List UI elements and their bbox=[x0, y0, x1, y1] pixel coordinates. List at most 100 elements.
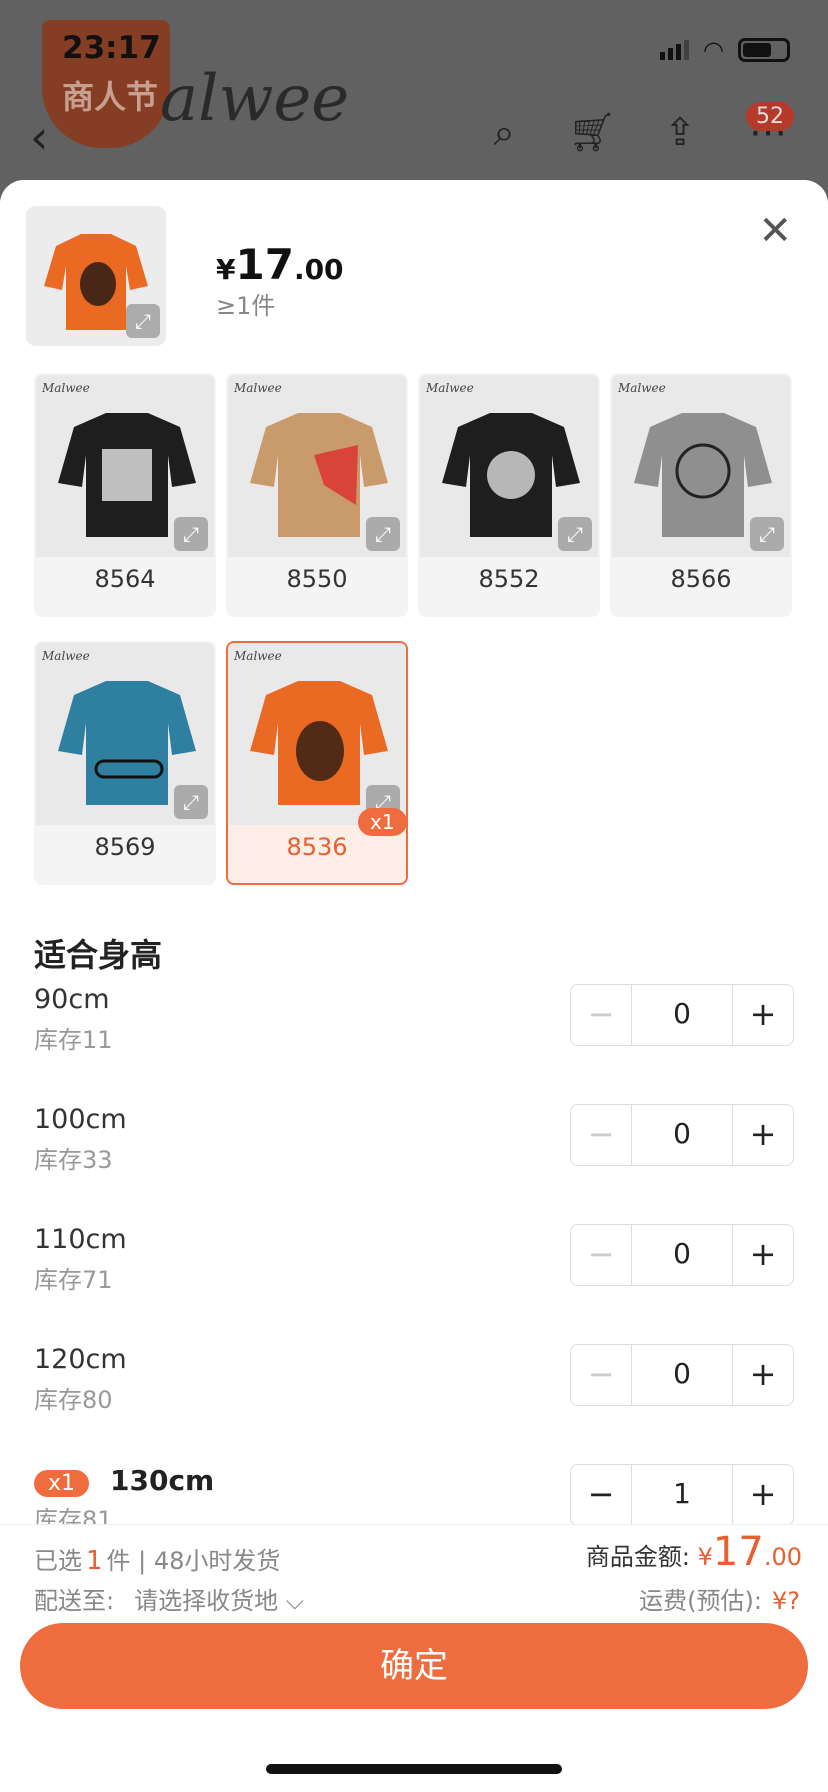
expand-icon[interactable]: ⤢ bbox=[174, 517, 208, 551]
size-label: 120cm bbox=[34, 1344, 127, 1375]
stock-label: 库存33 bbox=[34, 1146, 113, 1174]
price-decimal: .00 bbox=[293, 253, 344, 286]
expand-icon[interactable]: ⤢ bbox=[366, 517, 400, 551]
quantity-stepper: − 0 + bbox=[570, 1344, 794, 1406]
size-label: 110cm bbox=[34, 1224, 127, 1255]
selected-product-thumbnail[interactable]: ⤢ bbox=[26, 206, 166, 346]
selected-suffix: 件 | 48小时发货 bbox=[106, 1547, 281, 1575]
wifi-icon: ◠ bbox=[703, 36, 724, 64]
share-icon[interactable]: ⇪ bbox=[656, 110, 704, 155]
total-integer: 17 bbox=[712, 1529, 764, 1575]
section-title-height: 适合身高 bbox=[34, 936, 163, 974]
shipping-destination[interactable]: 配送至: 请选择收货地 ⌵ bbox=[34, 1581, 304, 1616]
expand-icon[interactable]: ⤢ bbox=[174, 785, 208, 819]
brand-mark: Malwee bbox=[42, 381, 90, 395]
close-icon[interactable]: ✕ bbox=[758, 208, 792, 254]
freight-estimate: 运费(预估): ¥? bbox=[639, 1581, 800, 1616]
quantity-field[interactable]: 0 bbox=[631, 1225, 733, 1285]
variant-label: 8536 bbox=[286, 833, 348, 861]
status-icons: ◠ bbox=[660, 36, 790, 64]
sheet-header: ⤢ ¥17.00 ≥1件 ✕ bbox=[0, 180, 828, 372]
variant-card-selected[interactable]: Malwee ⤢ 8536 bbox=[226, 641, 408, 885]
expand-icon[interactable]: ⤢ bbox=[126, 304, 160, 338]
brand-mark: Malwee bbox=[618, 381, 666, 395]
sku-selector-sheet: ⤢ ¥17.00 ≥1件 ✕ Malwee ⤢ 8564 Malwee ⤢ 85… bbox=[0, 180, 828, 1792]
size-label: 100cm bbox=[34, 1104, 127, 1135]
min-order-quantity: ≥1件 bbox=[216, 292, 276, 320]
variant-card[interactable]: Malwee ⤢ 8564 bbox=[34, 373, 216, 617]
size-label: 130cm bbox=[110, 1464, 215, 1497]
status-time: 23:17 bbox=[62, 30, 161, 66]
ship-destination-select[interactable]: 请选择收货地 ⌵ bbox=[134, 1587, 304, 1615]
cart-count-badge: 52 bbox=[746, 102, 794, 131]
battery-icon bbox=[738, 38, 790, 62]
variant-label: 8566 bbox=[670, 565, 732, 593]
unit-price: ¥17.00 bbox=[216, 240, 344, 289]
brand-mark: Malwee bbox=[426, 381, 474, 395]
stock-label: 库存71 bbox=[34, 1266, 113, 1294]
size-row: 100cm 库存33 − 0 + bbox=[34, 1104, 794, 1204]
size-row: 90cm 库存11 − 0 + bbox=[34, 984, 794, 1084]
total-value: ¥17.00 bbox=[697, 1529, 802, 1575]
total-amount: 商品金额: ¥17.00 bbox=[586, 1529, 802, 1575]
brand-logo: alwee bbox=[160, 62, 350, 136]
brand-mark: Malwee bbox=[42, 649, 90, 663]
size-count-badge: x1 bbox=[34, 1470, 90, 1497]
variant-card[interactable]: Malwee ⤢ 8569 bbox=[34, 641, 216, 885]
quantity-field[interactable]: 0 bbox=[631, 1345, 733, 1405]
expand-icon[interactable]: ⤢ bbox=[750, 517, 784, 551]
promo-badge-text: 商人节 bbox=[62, 78, 159, 116]
background-page: 商人节 alwee 23:17 ◠ ‹ ⌕ 🛒︎ ⇪ ⋯ 52 bbox=[0, 0, 828, 200]
size-row: 110cm 库存71 − 0 + bbox=[34, 1224, 794, 1324]
variant-count-badge: x1 bbox=[358, 808, 407, 836]
variant-label: 8564 bbox=[94, 565, 156, 593]
total-decimal: .00 bbox=[763, 1543, 802, 1571]
stock-label: 库存11 bbox=[34, 1026, 113, 1054]
price-integer: 17 bbox=[235, 240, 294, 289]
back-icon[interactable]: ‹ bbox=[30, 110, 48, 164]
decrement-button[interactable]: − bbox=[571, 1345, 631, 1405]
increment-button[interactable]: + bbox=[733, 1345, 793, 1405]
decrement-button[interactable]: − bbox=[571, 1225, 631, 1285]
decrement-button[interactable]: − bbox=[571, 1105, 631, 1165]
variant-card[interactable]: Malwee ⤢ 8550 bbox=[226, 373, 408, 617]
selected-count: 1 bbox=[86, 1546, 103, 1576]
decrement-button[interactable]: − bbox=[571, 1465, 631, 1525]
size-label: 90cm bbox=[34, 984, 110, 1015]
increment-button[interactable]: + bbox=[733, 985, 793, 1045]
quantity-stepper: − 0 + bbox=[570, 984, 794, 1046]
quantity-field[interactable]: 0 bbox=[631, 985, 733, 1045]
ship-label: 配送至: bbox=[34, 1587, 115, 1615]
freight-value: ¥? bbox=[771, 1587, 800, 1615]
increment-button[interactable]: + bbox=[733, 1105, 793, 1165]
price-currency: ¥ bbox=[216, 253, 236, 286]
home-indicator[interactable] bbox=[266, 1764, 562, 1774]
increment-button[interactable]: + bbox=[733, 1465, 793, 1525]
increment-button[interactable]: + bbox=[733, 1225, 793, 1285]
size-row: 120cm 库存80 − 0 + bbox=[34, 1344, 794, 1444]
selected-prefix: 已选 bbox=[34, 1547, 82, 1575]
signal-icon bbox=[660, 40, 690, 60]
confirm-button[interactable]: 确定 bbox=[20, 1623, 808, 1709]
quantity-field[interactable]: 0 bbox=[631, 1105, 733, 1165]
order-summary-footer: 已选 1 件 | 48小时发货 配送至: 请选择收货地 ⌵ 商品金额: ¥17.00 … bbox=[0, 1524, 828, 1792]
brand-mark: Malwee bbox=[234, 381, 282, 395]
expand-icon[interactable]: ⤢ bbox=[558, 517, 592, 551]
decrement-button[interactable]: − bbox=[571, 985, 631, 1045]
stock-label: 库存80 bbox=[34, 1386, 113, 1414]
freight-label: 运费(预估): bbox=[639, 1587, 762, 1615]
variant-label: 8552 bbox=[478, 565, 540, 593]
variant-card[interactable]: Malwee ⤢ 8566 bbox=[610, 373, 792, 617]
quantity-stepper: − 0 + bbox=[570, 1104, 794, 1166]
total-currency: ¥ bbox=[697, 1543, 713, 1571]
variant-label: 8550 bbox=[286, 565, 348, 593]
cart-icon[interactable]: 🛒︎ bbox=[568, 110, 616, 155]
quantity-stepper: − 0 + bbox=[570, 1224, 794, 1286]
quantity-field[interactable]: 1 bbox=[631, 1465, 733, 1525]
quantity-stepper: − 1 + bbox=[570, 1464, 794, 1526]
variant-label: 8569 bbox=[94, 833, 156, 861]
search-icon[interactable]: ⌕ bbox=[480, 110, 528, 155]
selected-summary: 已选 1 件 | 48小时发货 bbox=[34, 1541, 280, 1576]
brand-mark: Malwee bbox=[234, 649, 282, 663]
variant-card[interactable]: Malwee ⤢ 8552 bbox=[418, 373, 600, 617]
